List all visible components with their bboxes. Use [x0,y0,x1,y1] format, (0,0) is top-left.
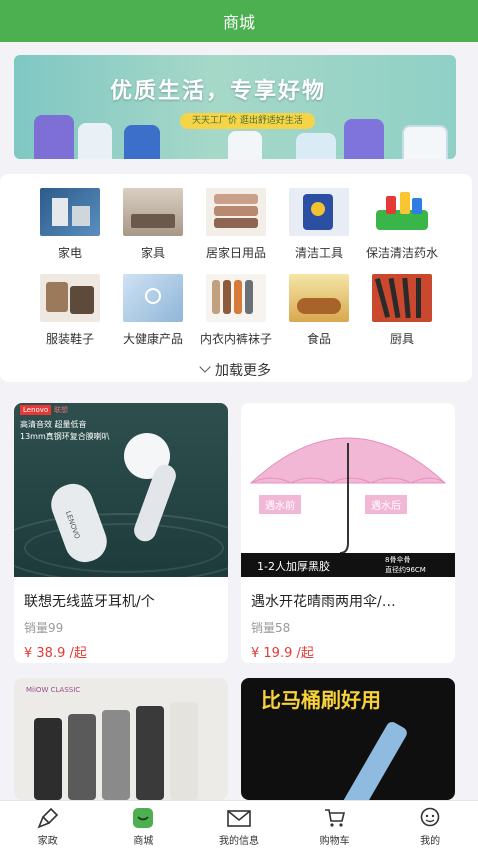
load-more-button[interactable]: 加载更多 [0,360,472,380]
product-card[interactable]: Lenovo 联想 高清音效 超量低音 13mm真钢环复合膜喇叭 LENOVO … [14,403,228,663]
bucket-image [402,125,448,159]
app-header: 商城 [0,0,478,42]
page-title: 商城 [222,13,255,32]
product-card[interactable]: 遇水前 遇水后 1-2人加厚黑胶 8骨伞骨 直径约96CM 遇水开花晴雨两用伞/… [241,403,455,663]
product-sales: 销量99 [24,621,64,635]
bottom-tab-bar: 家政 商城 我的信息 购物车 我的 [0,800,478,850]
bucket-image [78,123,112,159]
bucket-image [296,133,336,159]
promo-banner[interactable]: 优质生活，专享好物 天天工厂价 逛出舒适好生活 [14,55,456,159]
cart-icon [324,809,345,827]
cleaning-tools-icon [289,188,349,236]
category-furniture[interactable]: 家具 [109,188,197,261]
category-health[interactable]: 大健康产品 [109,274,197,347]
appliance-icon [40,188,100,236]
category-grid: 家电 家具 居家日用品 清洁工具 保洁清洁药水 服装鞋子 大健康产品 内衣内裤袜… [0,174,472,382]
tab-mall[interactable]: 商城 [96,801,192,850]
socks-icon [206,274,266,322]
category-appliances[interactable]: 家电 [26,188,114,261]
category-household[interactable]: 居家日用品 [192,188,280,261]
tab-profile[interactable]: 我的 [382,801,478,850]
banner-tagline: 天天工厂价 逛出舒适好生活 [180,113,315,129]
bucket-image [228,131,262,159]
envelope-icon [227,810,251,827]
health-icon [123,274,183,322]
tab-messages[interactable]: 我的信息 [191,801,287,850]
product-image: MiiOW CLASSIC [14,678,228,800]
clothing-icon [40,274,100,322]
housekeeping-icon [37,807,58,829]
product-image: Lenovo 联想 高清音效 超量低音 13mm真钢环复合膜喇叭 LENOVO [14,403,228,577]
category-kitchenware[interactable]: 厨具 [358,274,446,347]
detergent-bottle-image [344,119,384,159]
profile-icon [420,807,440,827]
product-image: 比马桶刷好用 [241,678,455,800]
product-card[interactable]: 比马桶刷好用 [241,678,455,800]
product-name: 遇水开花晴雨两用伞/… [251,594,396,610]
product-price: ¥ 38.9 /起 [24,646,87,661]
product-sales: 销量58 [251,621,291,635]
tab-housekeeping[interactable]: 家政 [0,801,96,850]
banner-headline: 优质生活，专享好物 [110,79,327,104]
category-cleaning-tools[interactable]: 清洁工具 [275,188,363,261]
category-underwear[interactable]: 内衣内裤袜子 [192,274,280,347]
product-name: 联想无线蓝牙耳机/个 [24,594,155,610]
towels-icon [206,188,266,236]
product-card[interactable]: MiiOW CLASSIC [14,678,228,800]
detergent-bottle-image [124,125,160,159]
product-price: ¥ 19.9 /起 [251,646,314,661]
category-clothing[interactable]: 服装鞋子 [26,274,114,347]
category-detergents[interactable]: 保洁清洁药水 [358,188,446,261]
furniture-icon [123,188,183,236]
product-image: 遇水前 遇水后 1-2人加厚黑胶 8骨伞骨 直径约96CM [241,403,455,577]
category-food[interactable]: 食品 [275,274,363,347]
detergent-bottle-image [34,115,74,159]
detergent-icon [372,188,432,236]
tab-cart[interactable]: 购物车 [287,801,383,850]
kitchenware-icon [372,274,432,322]
mall-icon [133,808,154,828]
chevron-down-icon [199,361,211,373]
food-icon [289,274,349,322]
